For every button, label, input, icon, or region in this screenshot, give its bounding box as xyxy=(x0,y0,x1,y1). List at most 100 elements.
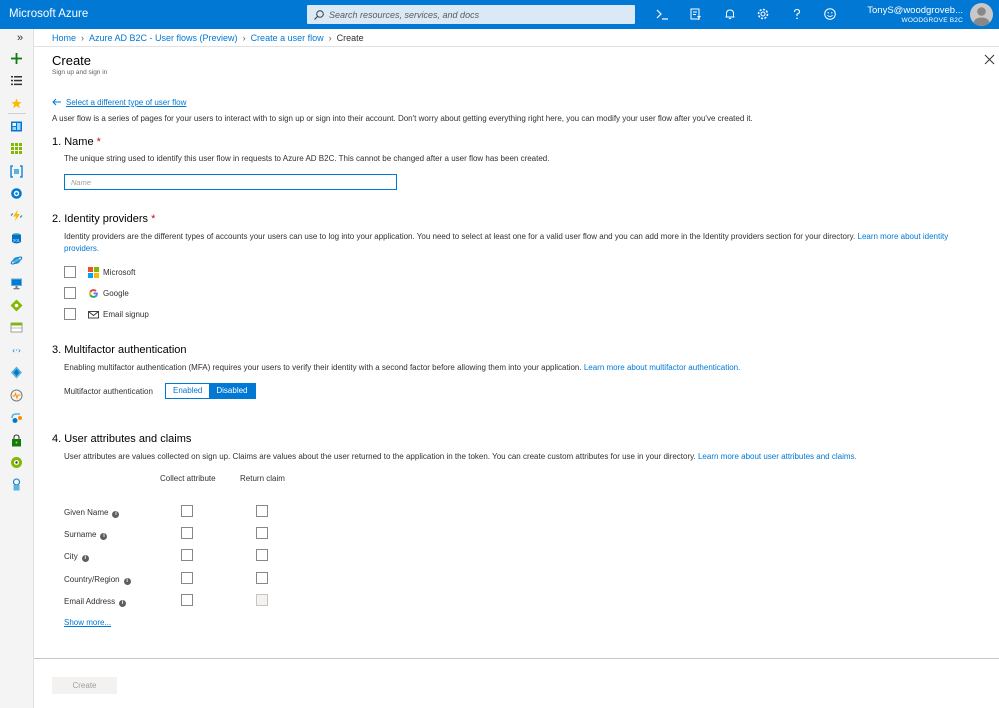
provider-microsoft-checkbox[interactable] xyxy=(64,266,76,278)
help-support-icon[interactable] xyxy=(10,478,23,491)
intro-text: A user flow is a series of pages for you… xyxy=(52,114,753,123)
provider-email-checkbox[interactable] xyxy=(64,308,76,320)
arrow-left-icon xyxy=(52,98,61,106)
breadcrumb-user-flows-link[interactable]: Azure AD B2C - User flows (Preview) xyxy=(89,33,238,43)
top-bar: Microsoft Azure TonyS@woodgroveb... WOOD… xyxy=(0,0,999,29)
breadcrumb: Home › Azure AD B2C - User flows (Preview)… xyxy=(52,33,364,43)
account-menu[interactable]: TonyS@woodgroveb... WOODGROVE B2C xyxy=(867,5,963,24)
mfa-description-text: Enabling multifactor authentication (MFA… xyxy=(64,363,584,372)
breadcrumb-current: Create xyxy=(336,33,364,43)
page-subtitle: Sign up and sign in xyxy=(52,69,108,76)
cost-management-icon[interactable] xyxy=(10,456,23,469)
load-balancers-icon[interactable] xyxy=(10,299,23,312)
attribute-email-label: Email Address xyxy=(64,597,116,606)
google-logo-icon xyxy=(89,289,98,298)
cosmos-db-icon[interactable] xyxy=(10,254,23,267)
mfa-toggle[interactable]: Enabled Disabled xyxy=(165,383,256,399)
attributes-learn-more-link[interactable]: Learn more about user attributes and cla… xyxy=(698,452,857,461)
page-title: Create xyxy=(52,53,92,68)
create-resource-icon[interactable] xyxy=(10,52,23,65)
sql-databases-icon[interactable]: SQL xyxy=(10,232,23,245)
attribute-row-label: Country/Region i xyxy=(64,575,131,585)
dashboard-icon[interactable] xyxy=(10,120,23,133)
info-icon[interactable]: i xyxy=(100,533,108,540)
azure-ad-icon[interactable] xyxy=(10,366,23,379)
mfa-toggle-label: Multifactor authentication xyxy=(64,387,153,396)
virtual-machines-icon[interactable] xyxy=(10,277,23,290)
all-resources-icon[interactable] xyxy=(10,142,23,155)
provider-email-label: Email signup xyxy=(103,310,149,319)
mfa-learn-more-link[interactable]: Learn more about multifactor authenticat… xyxy=(584,363,741,372)
global-search[interactable] xyxy=(307,5,635,24)
function-apps-icon[interactable] xyxy=(10,209,23,222)
city-collect-checkbox[interactable] xyxy=(181,549,193,561)
name-heading-text: 1. Name xyxy=(52,136,94,148)
collapse-sidebar-button[interactable]: » xyxy=(17,32,23,44)
attribute-surname-label: Surname xyxy=(64,530,97,539)
search-input[interactable] xyxy=(329,7,629,22)
surname-collect-checkbox[interactable] xyxy=(181,527,193,539)
info-icon[interactable]: i xyxy=(119,600,127,607)
create-button: Create xyxy=(52,677,117,694)
close-icon[interactable] xyxy=(984,54,995,65)
provider-microsoft-label: Microsoft xyxy=(103,268,136,277)
email-return-checkbox xyxy=(256,594,268,606)
breadcrumb-home-link[interactable]: Home xyxy=(52,33,76,43)
all-services-icon[interactable] xyxy=(10,74,23,87)
attribute-row-label: City i xyxy=(64,552,89,562)
mfa-enabled-option[interactable]: Enabled xyxy=(166,384,210,398)
country-return-checkbox[interactable] xyxy=(256,572,268,584)
back-link-label: Select a different type of user flow xyxy=(66,98,187,107)
avatar[interactable] xyxy=(970,3,993,26)
country-collect-checkbox[interactable] xyxy=(181,572,193,584)
favorites-icon[interactable] xyxy=(10,97,23,110)
directory-filter-icon[interactable] xyxy=(689,7,703,21)
account-tenant-name: WOODGROVE B2C xyxy=(901,17,963,24)
breadcrumb-chevron-icon: › xyxy=(81,33,85,43)
breadcrumb-chevron-icon: › xyxy=(328,33,332,43)
security-center-icon[interactable] xyxy=(10,434,23,447)
provider-google-checkbox[interactable] xyxy=(64,287,76,299)
monitor-icon[interactable] xyxy=(10,389,23,402)
email-icon xyxy=(88,311,99,319)
advisor-icon[interactable] xyxy=(10,411,23,424)
microsoft-logo-icon xyxy=(88,267,99,278)
settings-icon[interactable] xyxy=(756,7,770,21)
attribute-row-label: Surname i xyxy=(64,530,108,540)
breadcrumb-chevron-icon: › xyxy=(242,33,246,43)
given-name-collect-checkbox[interactable] xyxy=(181,505,193,517)
mfa-description: Enabling multifactor authentication (MFA… xyxy=(64,362,740,374)
info-icon[interactable]: i xyxy=(123,578,131,585)
mfa-disabled-option[interactable]: Disabled xyxy=(209,384,255,398)
given-name-return-checkbox[interactable] xyxy=(256,505,268,517)
attribute-city-label: City xyxy=(64,552,78,561)
footer-divider xyxy=(34,658,999,659)
name-input[interactable] xyxy=(64,174,397,190)
attributes-section-heading: 4. User attributes and claims xyxy=(52,433,192,445)
idp-description-text: Identity providers are the different typ… xyxy=(64,232,858,241)
info-icon[interactable]: i xyxy=(112,511,120,518)
brand-title[interactable]: Microsoft Azure xyxy=(9,8,88,20)
virtual-networks-icon[interactable]: ‹·› xyxy=(10,344,23,357)
breadcrumb-create-user-flow-link[interactable]: Create a user flow xyxy=(251,33,324,43)
attribute-given-name-label: Given Name xyxy=(64,508,109,517)
create-user-flow-blade: Create Sign up and sign in Select a diff… xyxy=(34,46,999,708)
cloud-shell-icon[interactable] xyxy=(655,7,669,21)
show-more-link[interactable]: Show more... xyxy=(64,618,111,627)
return-claim-column-header: Return claim xyxy=(240,474,285,483)
svg-text:SQL: SQL xyxy=(13,239,20,243)
help-icon[interactable] xyxy=(790,7,804,21)
info-icon[interactable]: i xyxy=(81,555,89,562)
feedback-icon[interactable] xyxy=(823,7,837,21)
provider-google-label: Google xyxy=(103,289,129,298)
email-collect-checkbox[interactable] xyxy=(181,594,193,606)
storage-accounts-icon[interactable] xyxy=(10,321,23,334)
surname-return-checkbox[interactable] xyxy=(256,527,268,539)
resource-groups-icon[interactable] xyxy=(10,165,23,178)
account-user-name: TonyS@woodgroveb... xyxy=(867,5,963,16)
sidebar-divider xyxy=(8,113,26,114)
back-to-flow-types-link[interactable]: Select a different type of user flow xyxy=(52,98,186,107)
city-return-checkbox[interactable] xyxy=(256,549,268,561)
notifications-icon[interactable] xyxy=(723,7,737,21)
app-services-icon[interactable] xyxy=(10,187,23,200)
